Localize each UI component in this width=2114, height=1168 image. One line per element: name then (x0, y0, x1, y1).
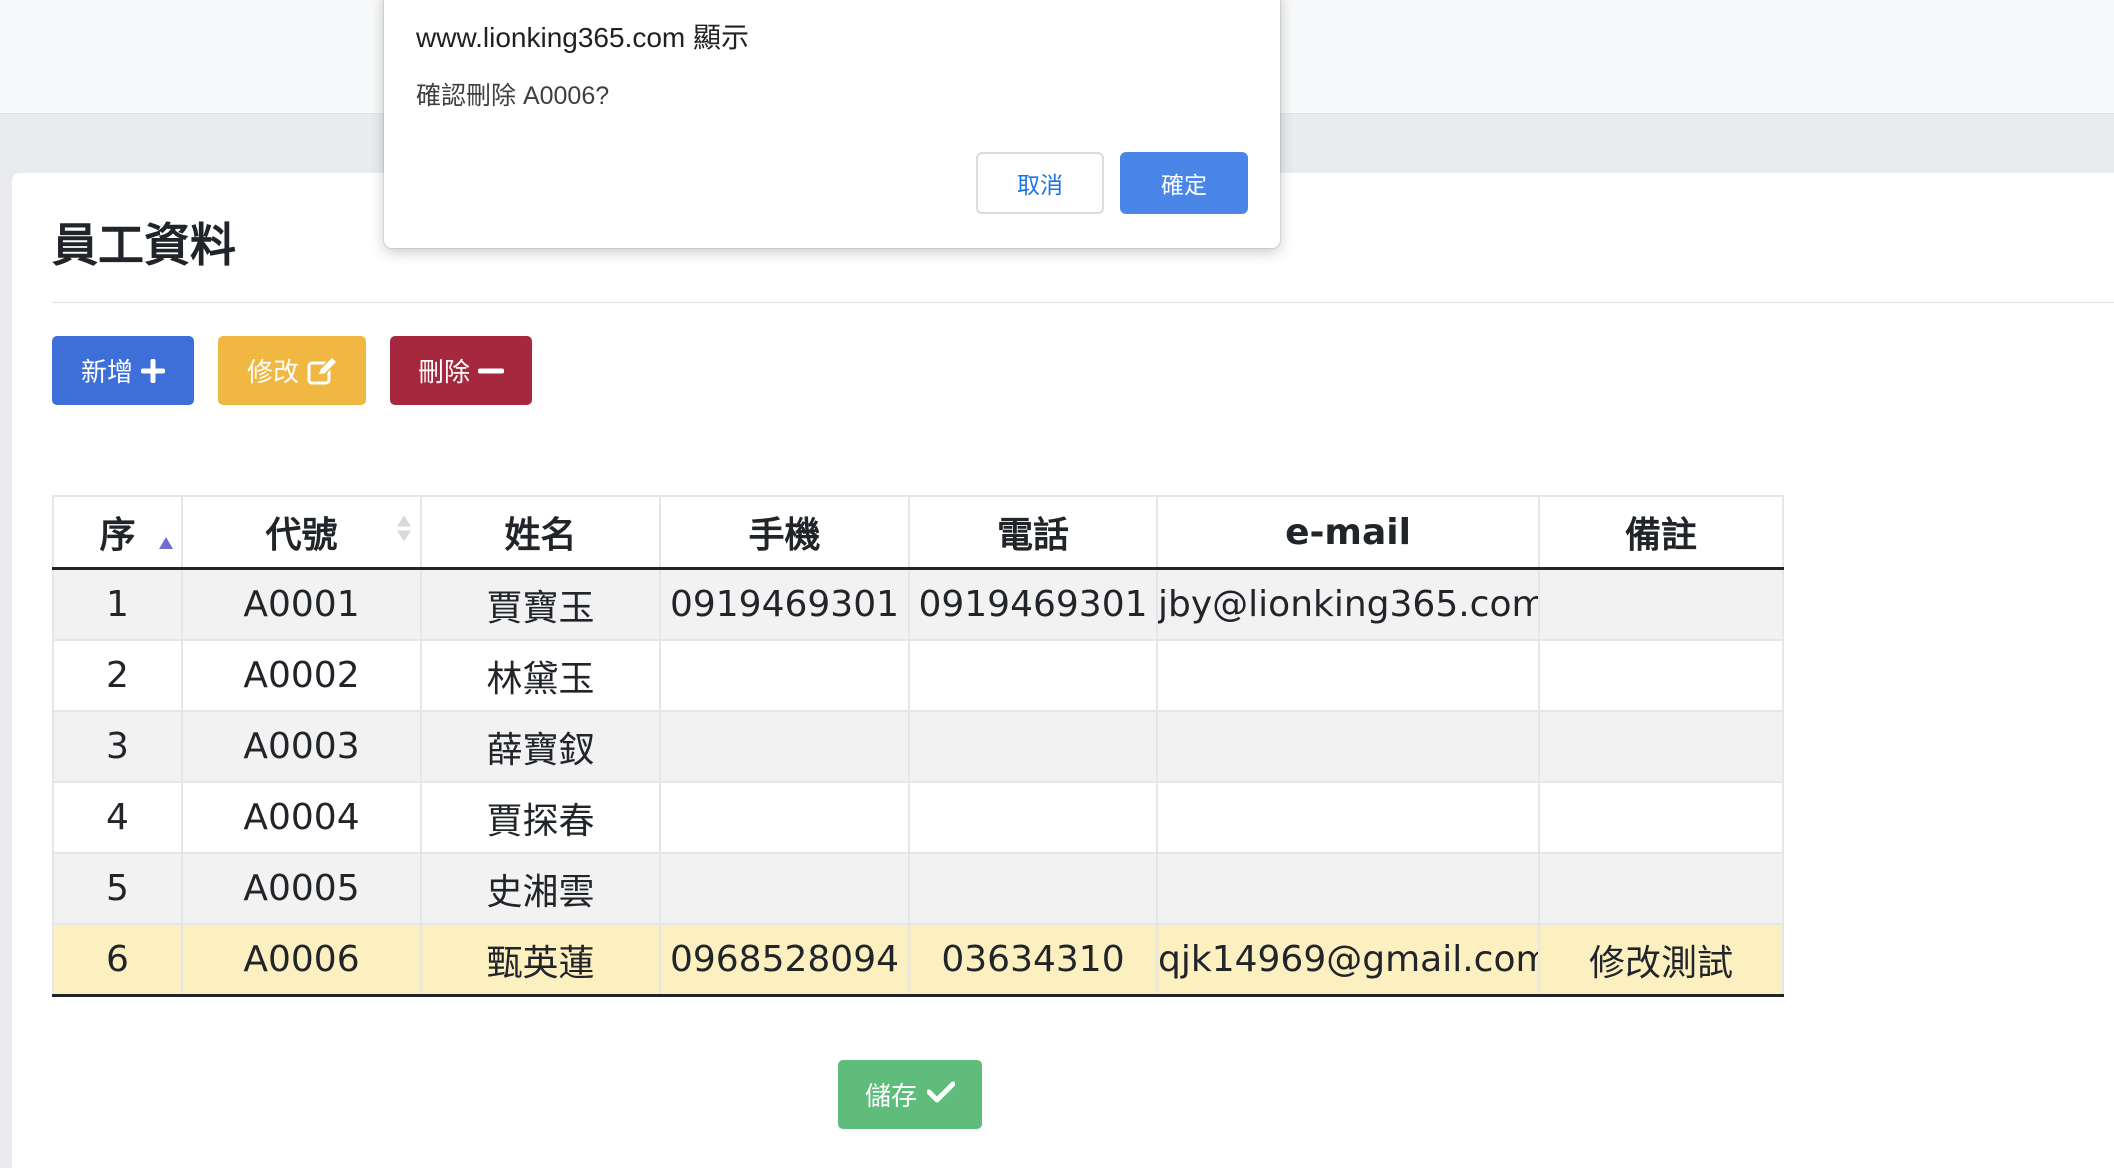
sort-icon (396, 512, 412, 553)
add-button[interactable]: 新增 (52, 336, 194, 405)
cell-note[interactable] (1538, 639, 1784, 712)
dialog-ok-button[interactable]: 確定 (1120, 152, 1248, 214)
cell-email[interactable] (1156, 781, 1540, 854)
cell-code[interactable]: A0004 (181, 781, 422, 854)
check-icon (926, 1080, 956, 1110)
page-title: 員工資料 (52, 218, 236, 272)
delete-button-label: 刪除 (417, 358, 470, 388)
sort-asc-icon (159, 517, 173, 558)
cell-note[interactable]: 修改測試 (1538, 923, 1784, 997)
column-header-email[interactable]: e-mail (1156, 495, 1540, 570)
cell-name[interactable]: 林黛玉 (420, 639, 661, 712)
dialog-cancel-button[interactable]: 取消 (976, 152, 1104, 214)
minus-icon (478, 359, 504, 383)
cell-email[interactable] (1156, 710, 1540, 783)
cell-code[interactable]: A0006 (181, 923, 422, 997)
cell-seq[interactable]: 4 (52, 781, 183, 854)
table-body: 1 A0001 賈寶玉 0919469301 0919469301 jby@li… (52, 567, 1784, 997)
table-row-selected[interactable]: 6 A0006 甄英蓮 0968528094 03634310 qjk14969… (52, 923, 1784, 997)
edit-button-label: 修改 (246, 358, 299, 388)
cell-note[interactable] (1538, 852, 1784, 925)
table-row[interactable]: 3 A0003 薛寶釵 (52, 710, 1784, 783)
cell-seq[interactable]: 3 (52, 710, 183, 783)
cell-name[interactable]: 薛寶釵 (420, 710, 661, 783)
column-header-seq[interactable]: 序 (52, 495, 183, 570)
cell-email[interactable] (1156, 852, 1540, 925)
table-row[interactable]: 2 A0002 林黛玉 (52, 639, 1784, 712)
cell-name[interactable]: 賈寶玉 (420, 567, 661, 641)
dialog-origin: www.lionking365.com 顯示 (416, 22, 750, 53)
table-row[interactable]: 5 A0005 史湘雲 (52, 852, 1784, 925)
column-header-mobile[interactable]: 手機 (659, 495, 910, 570)
cell-seq[interactable]: 2 (52, 639, 183, 712)
cell-mobile[interactable]: 0919469301 (659, 567, 910, 641)
employee-table: 序 代號 姓名 手機 電話 e-mail 備註 1 A0001 賈寶玉 0919… (52, 495, 1784, 997)
cell-phone[interactable] (908, 639, 1158, 712)
table-row[interactable]: 1 A0001 賈寶玉 0919469301 0919469301 jby@li… (52, 567, 1784, 641)
cell-note[interactable] (1538, 781, 1784, 854)
cell-email[interactable]: qjk14969@gmail.com (1156, 923, 1540, 997)
column-header-phone[interactable]: 電話 (908, 495, 1158, 570)
cell-mobile[interactable] (659, 781, 910, 854)
cell-name[interactable]: 賈探春 (420, 781, 661, 854)
cell-phone[interactable] (908, 710, 1158, 783)
cell-name[interactable]: 甄英蓮 (420, 923, 661, 997)
cell-mobile[interactable]: 0968528094 (659, 923, 910, 997)
cell-mobile[interactable] (659, 852, 910, 925)
cell-seq[interactable]: 5 (52, 852, 183, 925)
edit-button[interactable]: 修改 (218, 336, 366, 405)
cell-phone[interactable] (908, 852, 1158, 925)
cell-code[interactable]: A0003 (181, 710, 422, 783)
save-button-label: 儲存 (864, 1082, 917, 1112)
column-header-name[interactable]: 姓名 (420, 495, 661, 570)
confirm-dialog: www.lionking365.com 顯示 確認刪除 A0006? 取消 確定 (384, 0, 1280, 248)
column-header-code[interactable]: 代號 (181, 495, 422, 570)
dialog-message: 確認刪除 A0006? (416, 82, 610, 110)
table-row[interactable]: 4 A0004 賈探春 (52, 781, 1784, 854)
cell-phone[interactable]: 0919469301 (908, 567, 1158, 641)
cell-mobile[interactable] (659, 639, 910, 712)
column-header-note[interactable]: 備註 (1538, 495, 1784, 570)
plus-icon (141, 358, 165, 383)
cell-mobile[interactable] (659, 710, 910, 783)
cell-code[interactable]: A0002 (181, 639, 422, 712)
table-header-row: 序 代號 姓名 手機 電話 e-mail 備註 (52, 495, 1784, 570)
edit-square-icon (307, 356, 337, 385)
cell-code[interactable]: A0005 (181, 852, 422, 925)
add-button-label: 新增 (80, 358, 133, 388)
cell-phone[interactable] (908, 781, 1158, 854)
cell-name[interactable]: 史湘雲 (420, 852, 661, 925)
cell-seq[interactable]: 1 (52, 567, 183, 641)
save-button[interactable]: 儲存 (838, 1060, 982, 1129)
cell-email[interactable]: jby@lionking365.com (1156, 567, 1540, 641)
cell-code[interactable]: A0001 (181, 567, 422, 641)
cell-seq[interactable]: 6 (52, 923, 183, 997)
cell-phone[interactable]: 03634310 (908, 923, 1158, 997)
title-divider (52, 302, 2114, 303)
cell-note[interactable] (1538, 710, 1784, 783)
cell-email[interactable] (1156, 639, 1540, 712)
delete-button[interactable]: 刪除 (390, 336, 532, 405)
cell-note[interactable] (1538, 567, 1784, 641)
